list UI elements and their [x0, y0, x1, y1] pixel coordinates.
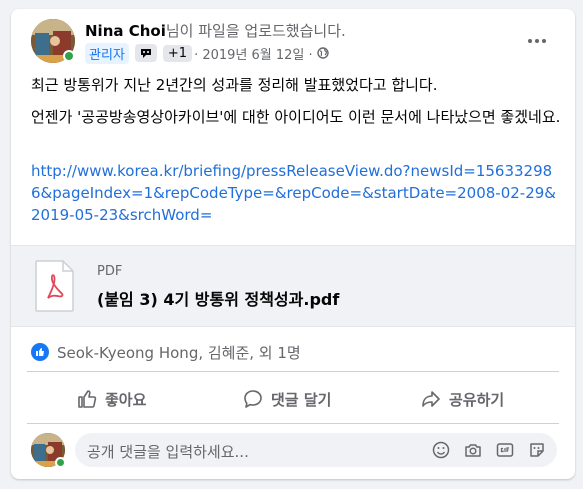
- post-header-line: Nina Choi님이 파일을 업로드했습니다.: [85, 21, 346, 41]
- thumbs-up-icon: [78, 390, 97, 408]
- file-name[interactable]: (붙임 3) 4기 방통위 정책성과.pdf: [97, 286, 339, 310]
- like-button[interactable]: 좋아요: [77, 383, 146, 415]
- online-status-dot: [55, 457, 66, 468]
- divider: [27, 371, 559, 372]
- comment-button[interactable]: 댓글 달기: [243, 383, 331, 415]
- comment-input[interactable]: 공개 댓글을 입력하세요...: [75, 433, 557, 467]
- sticker-icon[interactable]: [527, 440, 547, 460]
- online-status-dot: [63, 50, 75, 62]
- group-badge-icon[interactable]: [134, 44, 157, 62]
- share-arrow-icon: [422, 391, 440, 407]
- author-action-text: 님이 파일을 업로드했습니다.: [165, 22, 346, 40]
- more-options-button[interactable]: [521, 29, 553, 53]
- emoji-icon[interactable]: [431, 440, 451, 460]
- more-badges-count[interactable]: +1: [162, 44, 193, 62]
- reactions-summary[interactable]: Seok-Kyeong Hong, 김혜준, 외 1명: [31, 341, 301, 363]
- file-type-label: PDF: [97, 264, 123, 279]
- camera-icon[interactable]: [463, 440, 483, 460]
- ellipsis-icon: [528, 39, 532, 43]
- post-message: 최근 방통위가 지난 2년간의 성과를 정리해 발표했었다고 합니다. 언젠가 …: [31, 75, 561, 139]
- globe-icon: [316, 47, 329, 59]
- gif-icon[interactable]: [495, 440, 515, 460]
- like-label: 좋아요: [105, 390, 147, 409]
- reactions-text[interactable]: Seok-Kyeong Hong, 김혜준, 외 1명: [57, 342, 301, 363]
- post-paragraph: 최근 방통위가 지난 2년간의 성과를 정리해 발표했었다고 합니다.: [31, 76, 438, 94]
- share-button[interactable]: 공유하기: [421, 383, 504, 415]
- comment-tools: [419, 440, 547, 460]
- comment-placeholder: 공개 댓글을 입력하세요...: [87, 443, 249, 461]
- admin-badge[interactable]: 관리자: [85, 42, 129, 64]
- speech-bubble-icon: [244, 390, 262, 408]
- file-attachment[interactable]: PDF (붙임 3) 4기 방통위 정책성과.pdf: [11, 245, 575, 327]
- post-card: Nina Choi님이 파일을 업로드했습니다. 관리자 +1 · 2019년 …: [11, 9, 575, 479]
- divider: [27, 423, 559, 424]
- comment-label: 댓글 달기: [271, 390, 332, 409]
- share-label: 공유하기: [449, 390, 505, 409]
- post-url-link[interactable]: http://www.korea.kr/briefing/pressReleas…: [31, 160, 561, 226]
- post-date[interactable]: · 2019년 6월 12일 ·: [194, 44, 313, 63]
- author-name[interactable]: Nina Choi: [85, 22, 166, 40]
- post-paragraph: 언젠가 '공공방송영상아카이브'에 대한 아이디어도 이런 문서에 나타났으면 …: [31, 108, 561, 126]
- like-reaction-icon: [31, 343, 49, 361]
- pdf-file-icon: [35, 260, 75, 316]
- post-meta: 관리자 +1 · 2019년 6월 12일 ·: [85, 42, 329, 64]
